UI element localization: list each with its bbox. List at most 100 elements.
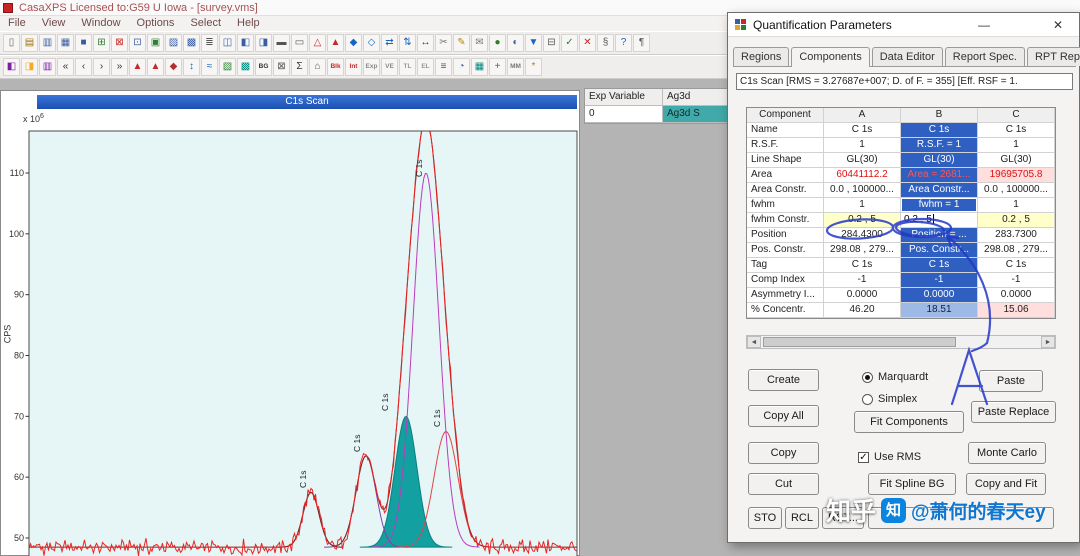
menu-item-select[interactable]: Select [182,16,229,31]
toolbar-icon[interactable]: ▬ [273,34,290,52]
table-cell[interactable]: 1 [978,138,1055,153]
scroll-left-arrow[interactable]: ◄ [747,336,761,348]
tab-rpt-report[interactable]: RPT Report [1026,47,1080,66]
close-button[interactable]: ✕ [1043,15,1073,35]
tab-regions[interactable]: Regions [733,47,790,66]
toolbar-icon[interactable]: ✓ [561,34,578,52]
toolbar-icon[interactable]: ⊠ [111,34,128,52]
chart-title-bar[interactable]: C1s Scan [37,95,577,109]
ag3d-scan-cell[interactable]: Ag3d S [663,106,728,123]
menu-item-options[interactable]: Options [129,16,183,31]
table-cell[interactable]: GL(30) [901,153,978,168]
marquardt-radio[interactable]: Marquardt [862,371,928,383]
toolbar-icon[interactable]: ▧ [219,58,236,76]
menu-item-help[interactable]: Help [229,16,268,31]
table-cell[interactable]: fwhm = 1 [901,198,978,213]
toolbar-icon[interactable]: ▩ [183,34,200,52]
toolbar-icon[interactable]: ✕ [579,34,596,52]
toolbar-icon[interactable]: ▯ [3,34,20,52]
toolbar-icon[interactable]: ✉ [471,34,488,52]
toolbar-icon[interactable]: ◨ [21,58,38,76]
table-cell[interactable]: 1 [824,138,901,153]
table-header[interactable]: C [978,108,1055,123]
toolbar-icon[interactable]: ■ [75,34,92,52]
copy-and-fit-button[interactable]: Copy and Fit [966,473,1046,495]
create-button[interactable]: Create [748,369,819,391]
toolbar-icon[interactable]: △ [309,34,326,52]
table-cell[interactable]: 18.51 [901,303,978,318]
toolbar-icon[interactable]: ◨ [255,34,272,52]
toolbar-icon[interactable]: ⊡ [129,34,146,52]
sto-button[interactable]: STO [748,507,782,529]
toolbar-icon[interactable]: Int [345,58,362,76]
minimize-button[interactable]: — [971,15,997,35]
table-cell[interactable]: 1 [824,198,901,213]
toolbar-icon[interactable]: ◆ [345,34,362,52]
toolbar-icon[interactable]: ▤ [21,34,38,52]
toolbar-icon[interactable]: § [597,34,614,52]
table-cell[interactable]: 15.06 [978,303,1055,318]
scroll-right-arrow[interactable]: ► [1041,336,1055,348]
toolbar-icon[interactable]: ◐ [507,34,524,52]
table-cell[interactable]: 0.2 , 5 [978,213,1055,228]
table-cell[interactable]: 284.4300 [824,228,901,243]
table-cell[interactable]: GL(30) [824,153,901,168]
cut-button[interactable]: Cut [748,473,819,495]
table-cell[interactable]: C 1s [824,123,901,138]
copy-button[interactable]: Copy [748,442,819,464]
fit-spline-bg-button[interactable]: Fit Spline BG [868,473,956,495]
toolbar-icon[interactable]: ▩ [237,58,254,76]
toolbar-icon[interactable]: ▥ [39,58,56,76]
toolbar-icon[interactable]: ▲ [327,34,344,52]
table-cell[interactable]: Pos. Constr... [901,243,978,258]
toolbar-icon[interactable]: + [489,58,506,76]
toolbar-icon[interactable]: ⌂ [309,58,326,76]
toolbar-icon[interactable]: ▼ [525,34,542,52]
spectrum-window[interactable]: C1s Scan x 106 CPS 110 100 90 80 70 60 50 C 1s C… [0,90,580,556]
table-cell[interactable]: 0.2 , 5 [824,213,901,228]
table-cell[interactable]: 60441112.2 [824,168,901,183]
menu-item-window[interactable]: Window [73,16,128,31]
toolbar-icon[interactable]: ▨ [165,34,182,52]
table-cell[interactable]: 0.2 , 5 [901,213,978,228]
table-cell[interactable]: -1 [824,273,901,288]
obscured-bottom-button[interactable] [868,507,1054,529]
paste-button[interactable]: Paste [979,370,1043,392]
table-cell[interactable]: 0.0000 [978,288,1055,303]
toolbar-icon[interactable]: ≈ [201,58,218,76]
toolbar-icon[interactable]: ‹ [75,58,92,76]
toolbar-icon[interactable]: ≣ [201,34,218,52]
fit-components-button[interactable]: Fit Components [854,411,964,433]
table-header[interactable]: Component [747,108,824,123]
table-cell[interactable]: Area Constr... [901,183,978,198]
rcl-button[interactable]: RCL [785,507,819,529]
dialog-title-bar[interactable]: Quantification Parameters — ✕ [728,13,1079,37]
table-horizontal-scrollbar[interactable]: ◄ ► [746,335,1056,349]
toolbar-icon[interactable]: ? [615,34,632,52]
toolbar-icon[interactable]: BG [255,58,272,76]
toolbar-icon[interactable]: MM [507,58,524,76]
toolbar-icon[interactable]: ✎ [453,34,470,52]
table-cell[interactable]: C 1s [978,123,1055,138]
table-header[interactable]: A [824,108,901,123]
table-cell[interactable]: Position = ... [901,228,978,243]
ag3d-header[interactable]: Ag3d [663,89,728,106]
table-cell[interactable]: 0.0 , 100000... [978,183,1055,198]
table-header[interactable]: B [901,108,978,123]
exp-variable-header[interactable]: Exp Variable [585,89,663,106]
table-cell[interactable]: R.S.F. = 1 [901,138,978,153]
table-cell[interactable]: 283.7300 [978,228,1055,243]
table-cell[interactable]: 0.0 , 100000... [824,183,901,198]
toolbar-icon[interactable]: ⊠ [273,58,290,76]
toolbar-icon[interactable]: ● [489,34,506,52]
toolbar-icon[interactable]: ✂ [435,34,452,52]
table-cell[interactable]: 19695705.8 [978,168,1055,183]
table-cell[interactable]: 0.0000 [901,288,978,303]
toolbar-icon[interactable]: ⇄ [381,34,398,52]
tab-data-editor[interactable]: Data Editor [871,47,943,66]
toolbar-icon[interactable]: › [93,58,110,76]
toolbar-icon[interactable]: VE [381,58,398,76]
toolbar-icon[interactable]: « [57,58,74,76]
table-cell[interactable]: GL(30) [978,153,1055,168]
toolbar-icon[interactable]: ↔ [417,34,434,52]
